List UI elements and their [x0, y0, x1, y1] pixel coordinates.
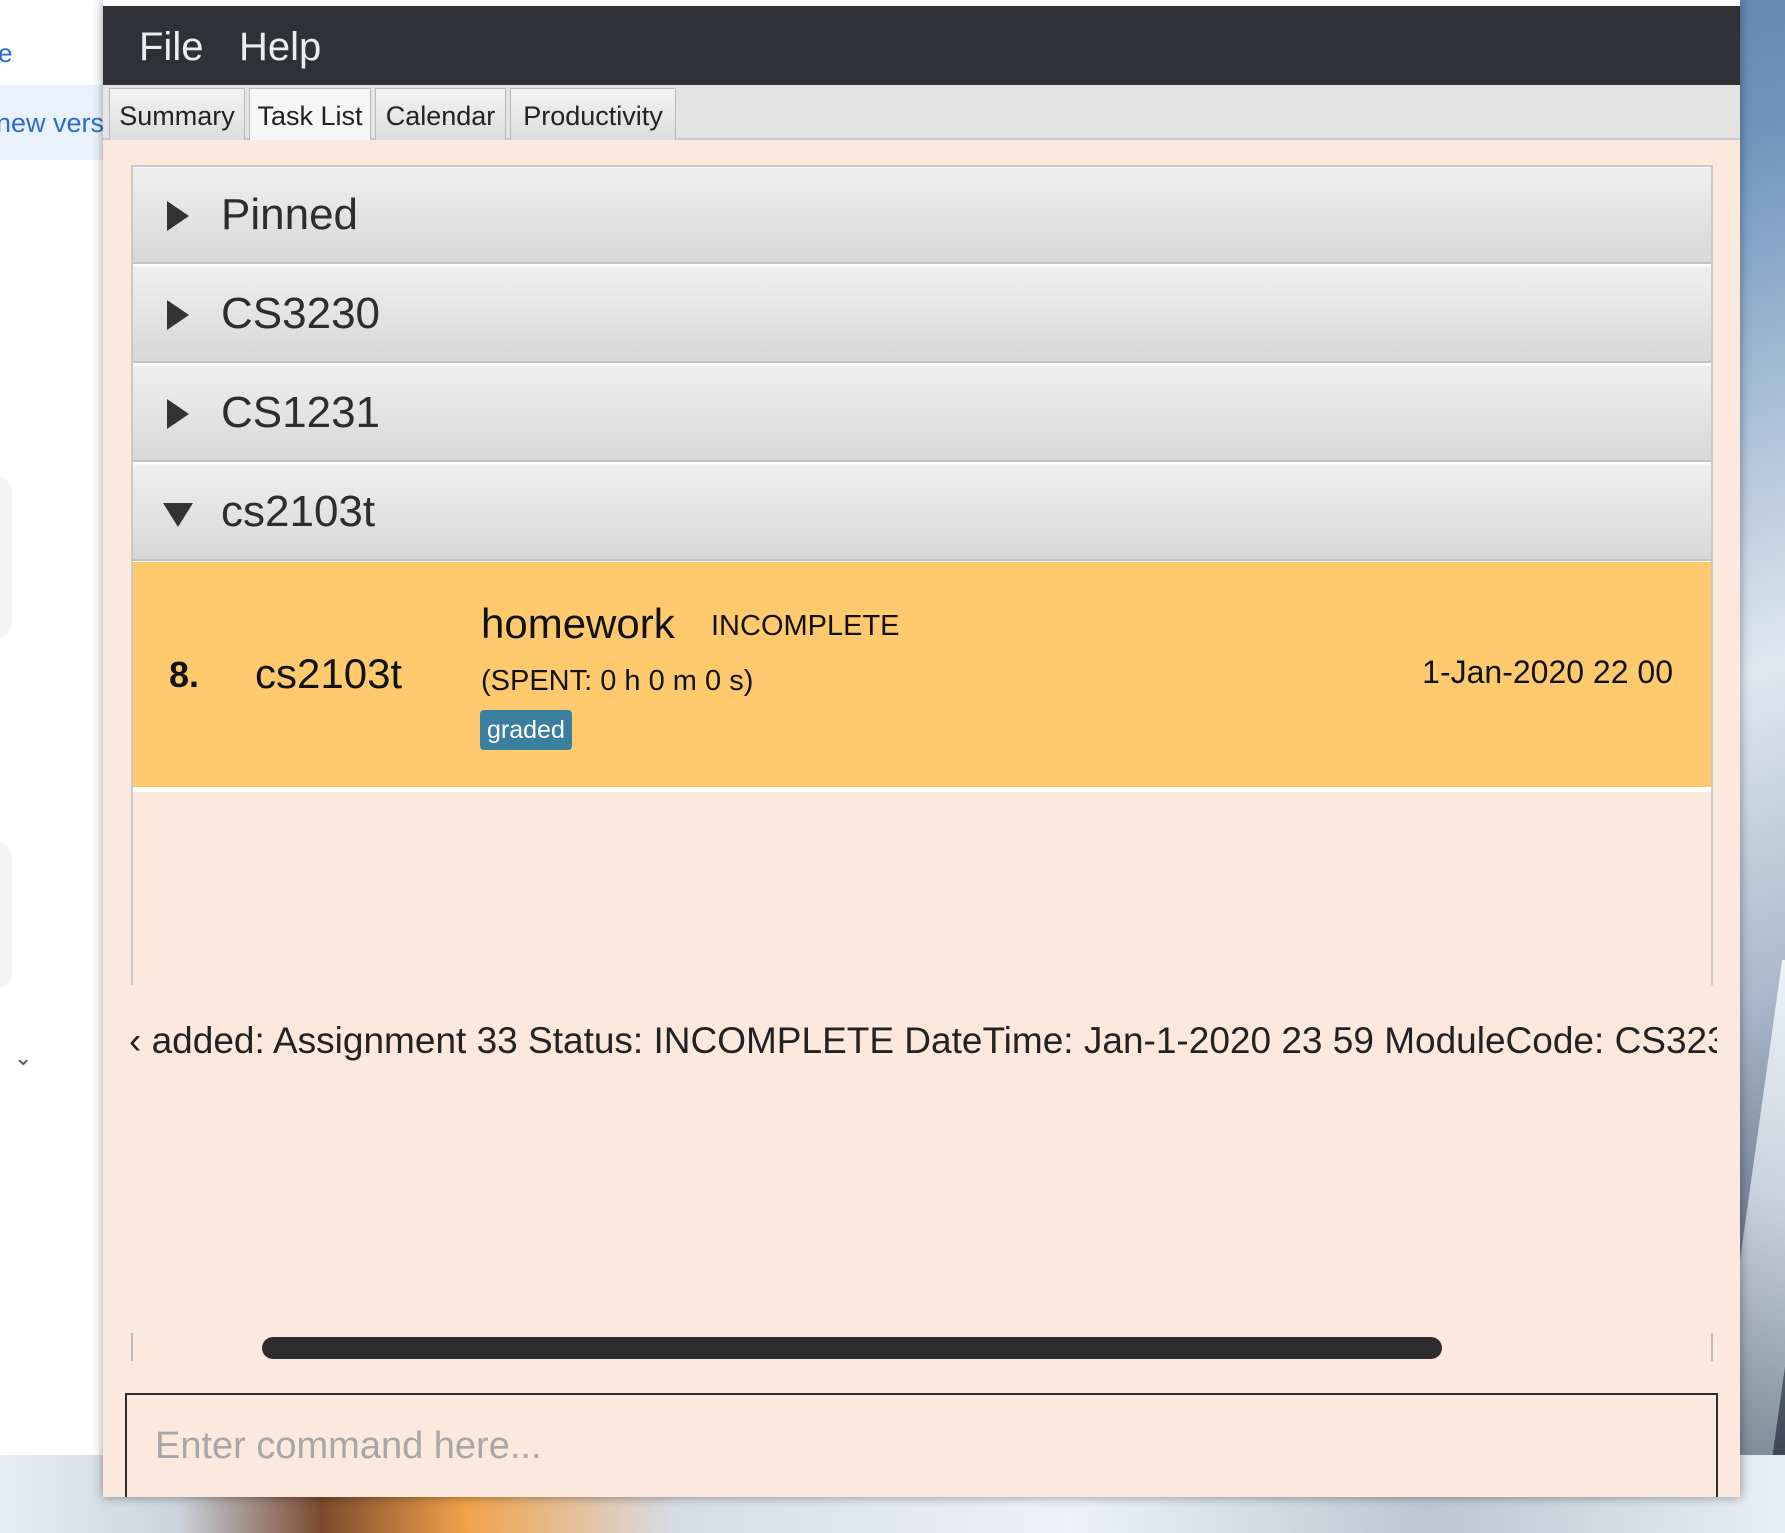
background-app-window: e new vers ⌄: [0, 0, 103, 1455]
section-cs1231[interactable]: CS1231: [133, 365, 1711, 462]
background-app-bubble: [0, 475, 12, 640]
scrollbar-left-edge: [131, 1333, 133, 1361]
tab-productivity[interactable]: Productivity: [510, 88, 676, 140]
horizontal-scrollbar[interactable]: [131, 1333, 1713, 1361]
menu-bar: File Help: [103, 6, 1740, 85]
task-time-spent: (SPENT: 0 h 0 m 0 s): [481, 665, 754, 697]
task-manager-window: File Help Summary Task List Calendar Pro…: [103, 0, 1740, 1497]
collapse-arrow-icon[interactable]: [163, 503, 193, 527]
menu-help[interactable]: Help: [239, 25, 321, 70]
tab-task-list[interactable]: Task List: [249, 88, 371, 140]
task-title: homework: [481, 600, 675, 647]
section-title: Pinned: [221, 190, 359, 239]
task-module-code: cs2103t: [255, 650, 403, 697]
background-app-bubble: [0, 840, 12, 990]
list-empty-area: [133, 792, 1711, 985]
menu-file[interactable]: File: [139, 25, 203, 70]
command-input[interactable]: [127, 1395, 1716, 1497]
task-tag: graded: [480, 710, 572, 750]
command-box: [125, 1393, 1718, 1497]
scrollbar-right-edge: [1711, 1333, 1713, 1361]
section-cs2103t[interactable]: cs2103t: [133, 464, 1711, 561]
scrollbar-thumb[interactable]: [262, 1337, 1442, 1359]
background-app-text: e: [0, 38, 13, 68]
task-card[interactable]: 8. cs2103t homework INCOMPLETE (SPENT: 0…: [133, 562, 1711, 787]
task-datetime: 1-Jan-2020 22 00: [1422, 654, 1673, 690]
tab-summary[interactable]: Summary: [109, 88, 245, 140]
tab-calendar[interactable]: Calendar: [375, 88, 506, 140]
expand-arrow-icon[interactable]: [167, 399, 189, 429]
section-title: CS1231: [221, 388, 381, 437]
section-title: cs2103t: [221, 487, 376, 536]
task-status: INCOMPLETE: [711, 610, 900, 642]
result-display: ‹ added: Assignment 33 Status: INCOMPLET…: [129, 1020, 1717, 1061]
section-pinned[interactable]: Pinned: [133, 167, 1711, 264]
tab-bar: Summary Task List Calendar Productivity: [103, 85, 1740, 140]
expand-arrow-icon[interactable]: [167, 300, 189, 330]
task-list-panel: Pinned CS3230 CS1231 cs2103t 8. cs2103t …: [131, 165, 1713, 985]
expand-arrow-icon[interactable]: [167, 201, 189, 231]
section-cs3230[interactable]: CS3230: [133, 266, 1711, 363]
task-index: 8.: [169, 654, 200, 695]
chevron-down-icon[interactable]: ⌄: [14, 1045, 32, 1071]
section-title: CS3230: [221, 289, 381, 338]
background-app-link[interactable]: new vers: [0, 108, 103, 139]
